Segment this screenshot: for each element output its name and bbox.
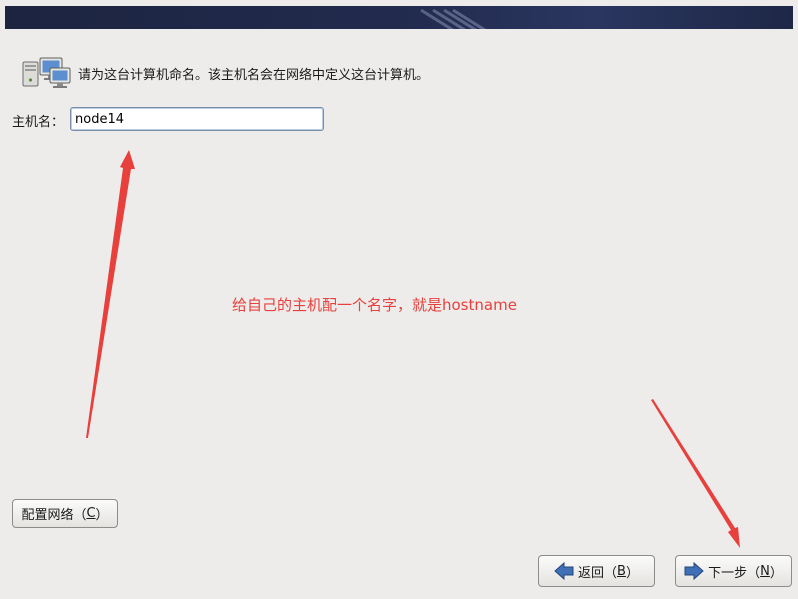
back-suffix: ） [625,565,639,581]
back-button[interactable]: 返回（ B） [538,555,655,587]
arrow-right-icon [684,561,704,581]
next-button[interactable]: 下一步（ N） [675,555,792,587]
next-suffix: ） [769,565,783,581]
annotation-text: 给自己的主机配一个名字，就是hostname [232,296,517,314]
next-mnemonic: N [760,563,770,579]
hostname-label: 主机名： [12,115,65,130]
annotation-arrow-to-next [651,399,740,548]
installer-header-banner [5,6,793,29]
annotation-arrow-to-input [86,150,135,438]
arrow-left-icon [554,561,574,581]
network-computers-icon [22,56,72,90]
back-label: 返回（ [578,565,618,581]
intro-description: 请为这台计算机命名。该主机名会在网络中定义这台计算机。 [78,67,430,83]
hostname-input[interactable] [70,107,324,131]
configure-network-button[interactable]: 配置网络（ C） [12,499,118,528]
next-label: 下一步（ [708,565,761,581]
intro-row: 请为这台计算机命名。该主机名会在网络中定义这台计算机。 [22,56,429,90]
back-mnemonic: B [617,563,626,579]
configure-network-label: 配置网络（ [21,508,87,523]
configure-network-suffix: ） [95,508,109,523]
configure-network-mnemonic: C [86,506,96,521]
